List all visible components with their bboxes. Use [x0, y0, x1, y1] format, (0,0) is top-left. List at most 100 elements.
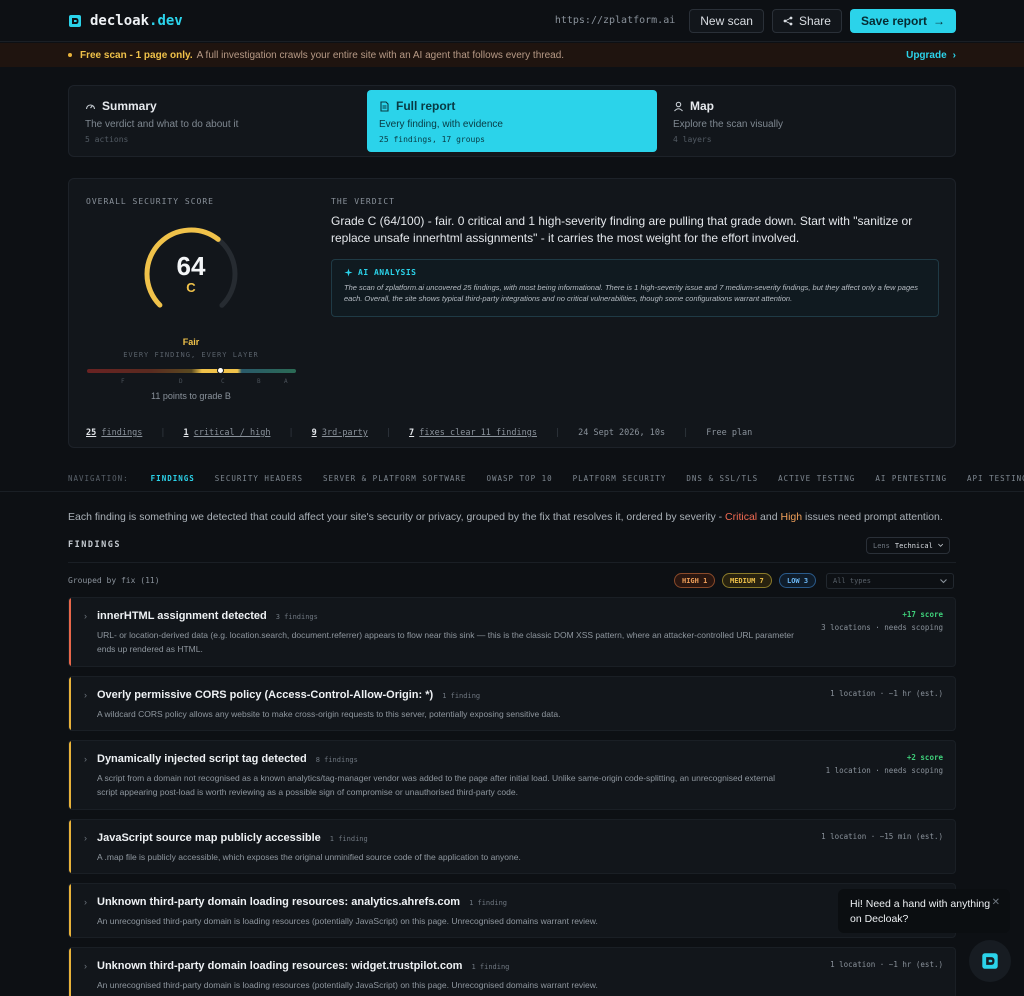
scale-tick: A	[284, 378, 288, 385]
nav-api-testing[interactable]: API TESTING	[967, 474, 1024, 483]
findings-intro: Each finding is something we detected th…	[68, 511, 958, 523]
free-scan-banner: Free scan - 1 page only. A full investig…	[0, 43, 1024, 67]
finding-meta: 1 location · ~1 hr (est.)	[830, 960, 943, 969]
finding-title: Dynamically injected script tag detected	[97, 753, 307, 765]
chevron-right-icon: ›	[952, 49, 956, 61]
banner-dot-icon	[68, 53, 72, 57]
filter-high-pill[interactable]: HIGH 1	[674, 573, 716, 588]
nav-findings[interactable]: FINDINGS	[151, 474, 195, 483]
chevron-right-icon[interactable]: ›	[84, 690, 87, 700]
finding-description: A script from a domain not recognised as…	[97, 773, 776, 797]
score-subtitle: EVERY FINDING, EVERY LAYER	[123, 351, 259, 359]
stat-findings-label: findings	[101, 428, 143, 438]
findings-heading: FINDINGS	[68, 540, 121, 550]
nav-owasp[interactable]: OWASP TOP 10	[486, 474, 552, 483]
tab-summary-meta: 5 actions	[85, 135, 129, 144]
score-grade: C	[186, 280, 196, 295]
share-button[interactable]: Share	[771, 8, 842, 33]
chevron-right-icon[interactable]: ›	[84, 611, 87, 621]
ai-analysis-label: AI ANALYSIS	[358, 268, 417, 277]
finding-description: An unrecognised third-party domain is lo…	[97, 980, 598, 990]
finding-title: Unknown third-party domain loading resou…	[97, 960, 463, 972]
stat-third-num: 9	[311, 428, 317, 438]
ai-analysis-text: The scan of zplatform.ai uncovered 25 fi…	[344, 283, 919, 303]
stat-findings-num: 25	[86, 428, 97, 438]
filter-medium-pill[interactable]: MEDIUM 7	[722, 573, 772, 588]
tab-summary-subtitle: The verdict and what to do about it	[85, 119, 239, 130]
type-filter-select[interactable]: All types	[826, 573, 954, 589]
chevron-right-icon[interactable]: ›	[84, 754, 87, 764]
stat-findings-link[interactable]: 25 findings	[86, 428, 142, 438]
nav-active-testing[interactable]: ACTIVE TESTING	[778, 474, 855, 483]
intro-text: Each finding is something we detected th…	[68, 511, 726, 523]
share-icon	[783, 16, 793, 25]
nav-server-platform[interactable]: SERVER & PLATFORM SOFTWARE	[323, 474, 466, 483]
finding-count: 1 finding	[442, 692, 481, 700]
finding-row[interactable]: › Dynamically injected script tag detect…	[68, 740, 956, 810]
finding-row[interactable]: › innerHTML assignment detected 3 finding…	[68, 597, 956, 667]
finding-row[interactable]: › Unknown third-party domain loading res…	[68, 883, 956, 938]
finding-description: URL- or location-derived data (e.g. loca…	[97, 630, 794, 654]
chevron-right-icon[interactable]: ›	[84, 897, 87, 907]
stat-third-party-link[interactable]: 9 3rd-party	[312, 428, 368, 438]
tab-summary[interactable]: Summary The verdict and what to do about…	[73, 90, 363, 152]
tab-full-report[interactable]: Full report Every finding, with evidence…	[367, 90, 657, 152]
severity-bar	[69, 884, 71, 937]
sparkle-icon	[344, 268, 353, 277]
chevron-right-icon[interactable]: ›	[84, 833, 87, 843]
filter-low-pill[interactable]: LOW 3	[779, 573, 817, 588]
nav-label: NAVIGATION:	[68, 474, 129, 483]
stat-critical-link[interactable]: 1 critical / high	[183, 428, 270, 438]
grouped-by-fix: Grouped by fix (11)	[68, 576, 160, 585]
save-report-button[interactable]: Save report →	[849, 8, 956, 33]
close-icon[interactable]: ✕	[992, 895, 1000, 910]
finding-meta: 3 locations · needs scoping	[821, 623, 943, 632]
new-scan-button[interactable]: New scan	[689, 8, 764, 33]
lens-select[interactable]: Lens Technical	[866, 537, 950, 554]
chat-launcher-button[interactable]	[969, 940, 1011, 982]
intro-and: and	[757, 511, 781, 523]
nav-dns-ssl[interactable]: DNS & SSL/TLS	[686, 474, 758, 483]
nav-security-headers[interactable]: SECURITY HEADERS	[215, 474, 303, 483]
lens-value: Technical	[894, 541, 933, 550]
chat-logo-icon	[982, 953, 998, 969]
brand-name: decloak	[90, 12, 150, 29]
upgrade-link[interactable]: Upgrade ›	[906, 50, 956, 61]
grade-scale-bar	[87, 369, 296, 373]
share-label: Share	[798, 13, 831, 28]
nav-platform-security[interactable]: PLATFORM SECURITY	[573, 474, 667, 483]
finding-row[interactable]: › Overly permissive CORS policy (Access-…	[68, 676, 956, 731]
finding-count: 8 findings	[315, 756, 358, 764]
severity-bar	[69, 948, 71, 996]
document-icon	[380, 100, 389, 112]
finding-row[interactable]: › Unknown third-party domain loading res…	[68, 947, 956, 996]
tab-map[interactable]: Map Explore the scan visually 4 layers	[661, 90, 951, 152]
severity-bar	[69, 741, 71, 809]
chat-popup[interactable]: Hi! Need a hand with anything on Decloak…	[838, 889, 1010, 933]
nav-ai-pentesting[interactable]: AI PENTESTING	[875, 474, 947, 483]
intro-high: High	[780, 511, 803, 523]
divider: |	[288, 428, 294, 438]
finding-meta: 1 location · needs scoping	[825, 766, 943, 775]
logo[interactable]: decloak.dev	[68, 13, 183, 29]
grade-scale-ticks: F D C B A	[87, 378, 296, 386]
scan-url: https://zplatform.ai	[554, 15, 676, 26]
finding-meta: 1 location · ~1 hr (est.)	[830, 689, 943, 698]
finding-row[interactable]: › JavaScript source map publicly accessi…	[68, 819, 956, 874]
scale-tick: D	[179, 378, 183, 385]
top-bar: decloak.dev https://zplatform.ai New sca…	[0, 0, 1024, 42]
finding-title: Overly permissive CORS policy (Access-Co…	[97, 689, 434, 701]
banner-bold-text: Free scan - 1 page only.	[80, 49, 193, 61]
stat-critical-num: 1	[183, 428, 189, 438]
scale-tick: C	[221, 378, 225, 385]
chevron-right-icon[interactable]: ›	[84, 961, 87, 971]
finding-meta: 1 location · ~15 min (est.)	[821, 832, 943, 841]
tab-full-report-subtitle: Every finding, with evidence	[379, 119, 503, 130]
chevron-down-icon	[940, 578, 947, 583]
user-icon	[674, 101, 683, 111]
stat-fixes-link[interactable]: 7 fixes clear 11 findings	[409, 428, 537, 438]
stat-fixes-num: 7	[409, 428, 415, 438]
scale-tick: B	[257, 378, 261, 385]
finding-score: +17 score	[902, 610, 943, 619]
view-tabs: Summary The verdict and what to do about…	[68, 85, 956, 157]
